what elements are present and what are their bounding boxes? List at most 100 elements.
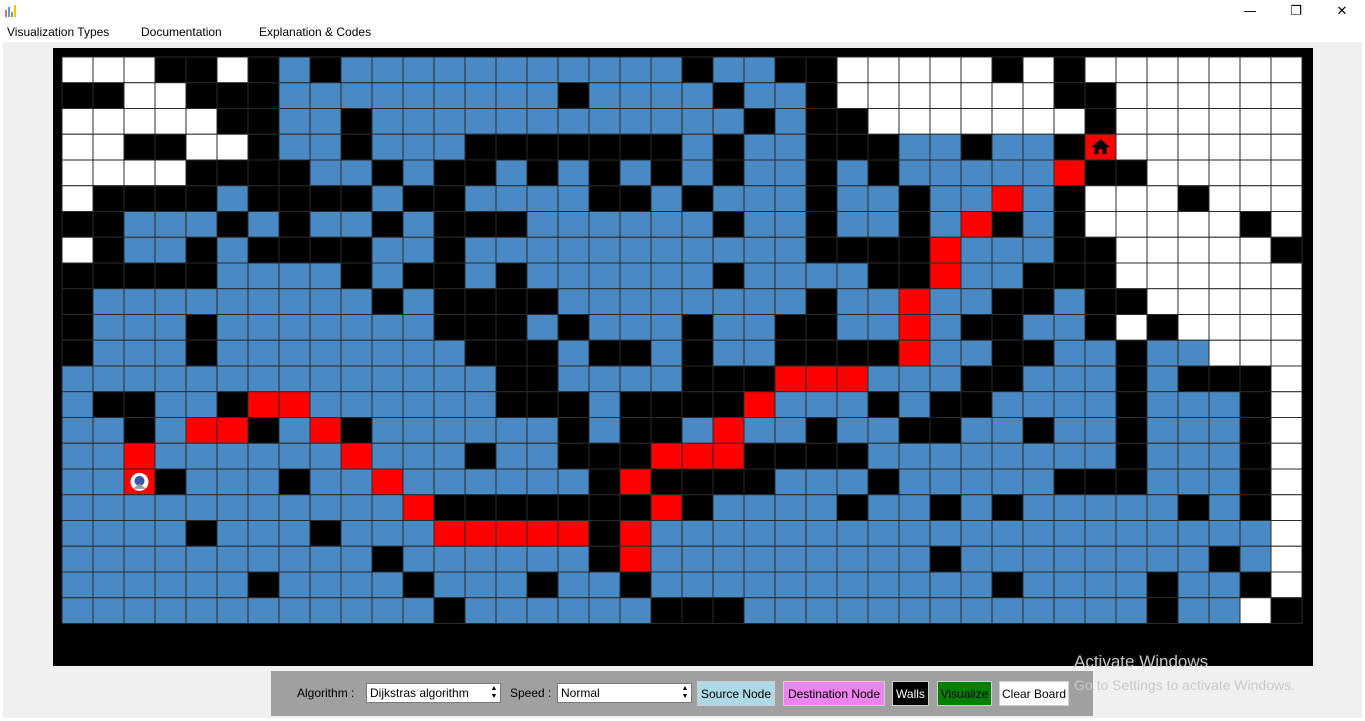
grid-cell[interactable] xyxy=(309,56,342,84)
grid-cell[interactable] xyxy=(309,159,342,187)
grid-cell[interactable] xyxy=(185,571,218,599)
grid-cell[interactable] xyxy=(185,417,218,444)
grid-cell[interactable] xyxy=(743,520,776,547)
grid-cell[interactable] xyxy=(92,571,125,599)
grid-cell[interactable] xyxy=(1208,82,1241,109)
grid-cell[interactable] xyxy=(1177,236,1210,264)
grid-cell[interactable] xyxy=(681,597,714,624)
grid-cell[interactable] xyxy=(991,133,1024,161)
grid-cell[interactable] xyxy=(960,571,993,599)
grid-cell[interactable] xyxy=(991,417,1024,444)
grid-cell[interactable] xyxy=(247,211,280,238)
grid-cell[interactable] xyxy=(464,314,497,341)
grid-cell[interactable] xyxy=(123,211,156,238)
grid-cell[interactable] xyxy=(247,185,280,212)
grid-cell[interactable] xyxy=(1053,211,1086,238)
grid-cell[interactable] xyxy=(92,211,125,238)
grid-cell[interactable] xyxy=(867,185,900,212)
grid-cell[interactable] xyxy=(774,262,807,290)
grid-cell[interactable] xyxy=(1053,339,1086,367)
grid-cell[interactable] xyxy=(340,185,373,212)
grid-cell[interactable] xyxy=(588,442,621,470)
grid-cell[interactable] xyxy=(1270,236,1303,264)
grid-cell[interactable] xyxy=(464,468,497,496)
grid-cell[interactable] xyxy=(681,365,714,393)
grid-cell[interactable] xyxy=(464,545,497,573)
grid-cell[interactable] xyxy=(92,133,125,161)
grid-cell[interactable] xyxy=(805,571,838,599)
grid-cell[interactable] xyxy=(1177,571,1210,599)
grid-cell[interactable] xyxy=(340,545,373,573)
grid-cell[interactable] xyxy=(650,468,683,496)
grid-cell[interactable] xyxy=(557,417,590,444)
grid-cell[interactable] xyxy=(1177,133,1210,161)
grid-cell[interactable] xyxy=(588,211,621,238)
grid-cell[interactable] xyxy=(433,236,466,264)
grid-cell[interactable] xyxy=(464,82,497,109)
grid-cell[interactable] xyxy=(92,288,125,315)
grid-cell[interactable] xyxy=(371,56,404,84)
grid-cell[interactable] xyxy=(247,56,280,84)
grid-cell[interactable] xyxy=(340,288,373,315)
grid-cell[interactable] xyxy=(402,417,435,444)
grid-cell[interactable] xyxy=(402,108,435,135)
grid-cell[interactable] xyxy=(557,211,590,238)
grid-cell[interactable] xyxy=(1053,236,1086,264)
grid-cell[interactable] xyxy=(743,545,776,573)
grid-cell[interactable] xyxy=(340,468,373,496)
grid-cell[interactable] xyxy=(588,571,621,599)
grid-cell[interactable] xyxy=(526,442,559,470)
grid-cell[interactable] xyxy=(1053,56,1086,84)
grid-cell[interactable] xyxy=(929,82,962,109)
grid-cell[interactable] xyxy=(340,108,373,135)
grid-cell[interactable] xyxy=(805,56,838,84)
grid-cell[interactable] xyxy=(92,339,125,367)
grid-cell[interactable] xyxy=(433,56,466,84)
grid-cell[interactable] xyxy=(402,56,435,84)
grid-cell[interactable] xyxy=(867,494,900,521)
grid-cell[interactable] xyxy=(123,365,156,393)
grid-cell[interactable] xyxy=(774,159,807,187)
grid-cell[interactable] xyxy=(123,571,156,599)
grid-cell[interactable] xyxy=(1208,56,1241,84)
grid-cell[interactable] xyxy=(805,597,838,624)
grid-cell[interactable] xyxy=(1177,545,1210,573)
grid-cell[interactable] xyxy=(774,468,807,496)
grid-cell[interactable] xyxy=(402,442,435,470)
grid-cell[interactable] xyxy=(867,417,900,444)
grid-cell[interactable] xyxy=(991,159,1024,187)
grid-cell[interactable] xyxy=(1084,442,1117,470)
grid-cell[interactable] xyxy=(61,314,94,341)
grid-cell[interactable] xyxy=(743,159,776,187)
grid-cell[interactable] xyxy=(185,442,218,470)
grid-cell[interactable] xyxy=(619,262,652,290)
grid-cell[interactable] xyxy=(278,56,311,84)
grid-cell[interactable] xyxy=(991,494,1024,521)
maximize-button[interactable]: ❐ xyxy=(1273,0,1319,22)
grid-cell[interactable] xyxy=(805,236,838,264)
grid-cell[interactable] xyxy=(867,545,900,573)
grid-cell[interactable] xyxy=(898,442,931,470)
grid-cell[interactable] xyxy=(929,236,962,264)
grid-cell[interactable] xyxy=(898,365,931,393)
grid-cell[interactable] xyxy=(1084,545,1117,573)
grid-cell[interactable] xyxy=(619,520,652,547)
grid-cell[interactable] xyxy=(1208,391,1241,418)
grid-cell[interactable] xyxy=(526,133,559,161)
grid-cell[interactable] xyxy=(1084,417,1117,444)
grid-cell[interactable] xyxy=(743,288,776,315)
grid-cell[interactable] xyxy=(247,108,280,135)
grid-cell[interactable] xyxy=(805,494,838,521)
grid-cell[interactable] xyxy=(402,314,435,341)
grid-cell[interactable] xyxy=(402,211,435,238)
grid-cell[interactable] xyxy=(92,262,125,290)
grid-cell[interactable] xyxy=(92,56,125,84)
grid-cell[interactable] xyxy=(185,262,218,290)
grid-cell[interactable] xyxy=(154,211,187,238)
grid-cell[interactable] xyxy=(123,133,156,161)
grid-cell[interactable] xyxy=(1084,494,1117,521)
grid-cell[interactable] xyxy=(526,545,559,573)
grid-cell[interactable] xyxy=(1239,494,1272,521)
grid-cell[interactable] xyxy=(1115,494,1148,521)
grid-cell[interactable] xyxy=(557,494,590,521)
